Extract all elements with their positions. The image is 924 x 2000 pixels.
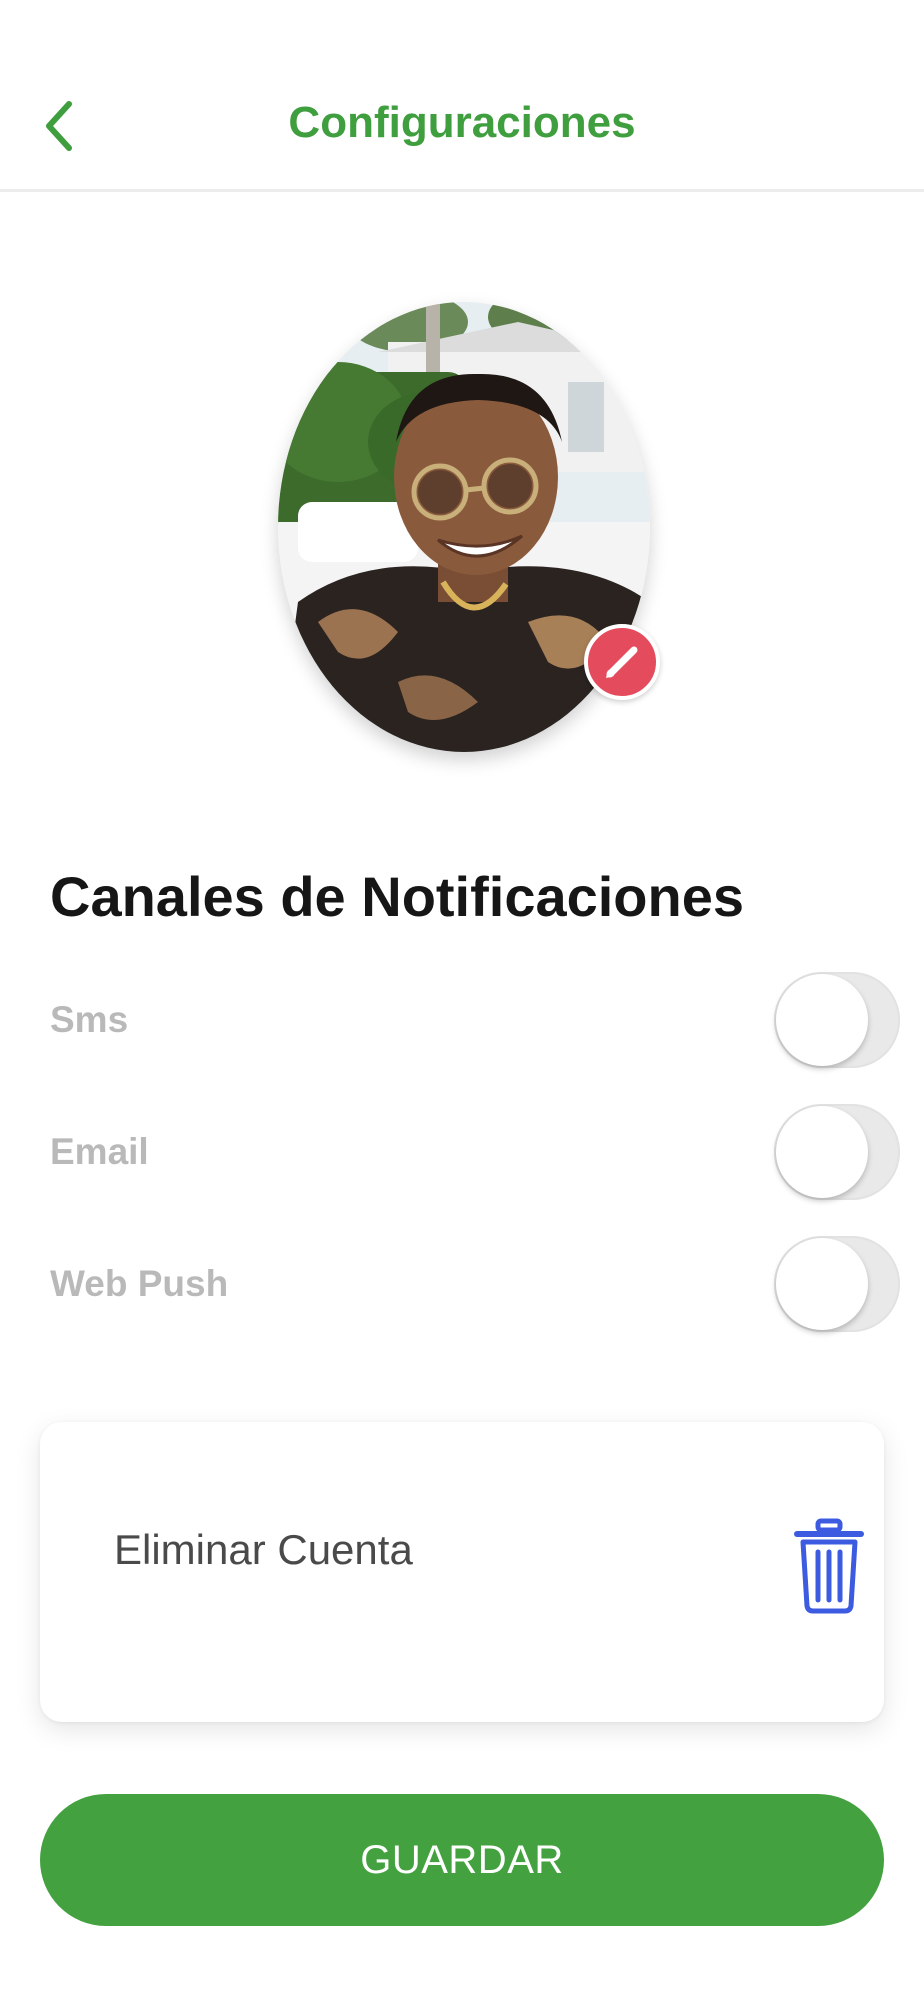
toggle-sms[interactable] [774, 972, 900, 1068]
save-button[interactable]: GUARDAR [40, 1794, 884, 1926]
delete-account-button[interactable] [794, 1518, 864, 1614]
toggle-knob [776, 1238, 868, 1330]
toggle-knob [776, 974, 868, 1066]
top-bar: Configuraciones [0, 0, 924, 192]
profile-avatar-container [278, 302, 660, 752]
channel-label-web-push: Web Push [50, 1263, 229, 1304]
trash-icon [794, 1518, 864, 1614]
channel-label-email: Email [50, 1131, 149, 1172]
toggle-knob [776, 1106, 868, 1198]
delete-account-card[interactable]: Eliminar Cuenta [40, 1422, 884, 1722]
section-title-notifications: Canales de Notificaciones [50, 865, 745, 928]
edit-avatar-button[interactable] [584, 624, 660, 700]
toggle-email[interactable] [774, 1104, 900, 1200]
page-title: Configuraciones [288, 98, 636, 147]
pencil-icon [606, 646, 638, 678]
toggle-web-push[interactable] [774, 1236, 900, 1332]
channel-label-sms: Sms [50, 999, 129, 1040]
delete-account-label: Eliminar Cuenta [114, 1526, 413, 1573]
